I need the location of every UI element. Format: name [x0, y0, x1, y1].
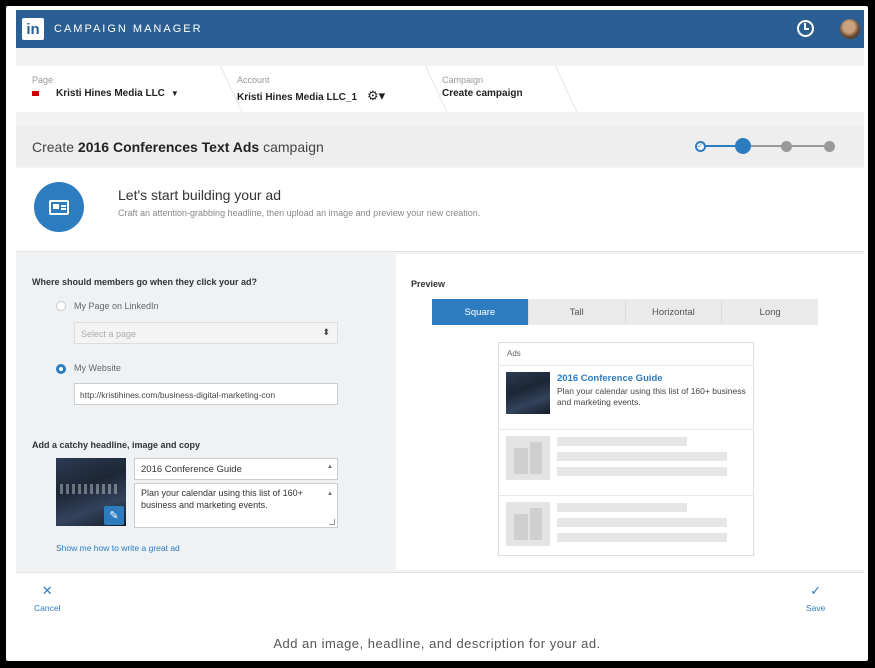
breadcrumb-value: Kristi Hines Media LLC_1	[237, 92, 358, 103]
campaign-manager-app: in CAMPAIGN MANAGER Page Kristi Hines Me…	[16, 10, 864, 630]
tab-tall[interactable]: Tall	[529, 299, 626, 325]
app-title: CAMPAIGN MANAGER	[54, 23, 203, 35]
save-button[interactable]: ✓ Save	[806, 583, 825, 613]
cancel-label: Cancel	[34, 603, 61, 613]
select-arrows-icon: ⬍	[322, 327, 330, 337]
top-bar: in CAMPAIGN MANAGER	[16, 10, 864, 48]
page-select[interactable]: Select a page ⬍	[74, 322, 338, 344]
stepper-step-4	[823, 140, 835, 152]
breadcrumb-account[interactable]: Account Kristi Hines Media LLC_1 ⚙▾	[221, 66, 448, 112]
ad-card-icon	[49, 199, 69, 215]
ad-preview-body: Plan your calendar using this list of 16…	[557, 386, 746, 407]
caret-down-icon: ▼	[170, 89, 179, 98]
save-label: Save	[806, 603, 826, 613]
breadcrumb-page[interactable]: Page Kristi Hines Media LLC ▼	[16, 66, 243, 112]
avatar[interactable]	[840, 19, 860, 39]
screenshot-frame: in CAMPAIGN MANAGER Page Kristi Hines Me…	[6, 6, 868, 661]
stepper-line	[786, 145, 829, 147]
linkedin-logo[interactable]: in	[22, 18, 44, 40]
pencil-icon: ✎	[109, 510, 119, 522]
tab-horizontal[interactable]: Horizontal	[626, 299, 723, 325]
cancel-button[interactable]: ✕ Cancel	[34, 583, 60, 613]
footer-actions: ✕ Cancel ✓ Save	[16, 572, 864, 630]
ad-form: Where should members go when they click …	[16, 254, 394, 570]
campaign-name: 2016 Conferences Text Ads	[77, 139, 260, 155]
placeholder-line	[557, 533, 727, 542]
stepper-step-3	[780, 140, 792, 152]
placeholder-line	[557, 503, 687, 512]
breadcrumb-value: Kristi Hines Media LLC	[56, 88, 165, 99]
breadcrumb-label: Campaign	[442, 75, 484, 85]
progress-stepper: ✓	[692, 138, 835, 154]
placeholder-building-icon	[506, 436, 550, 480]
radio-label-my-page: My Page on LinkedIn	[74, 301, 159, 311]
checkmark-icon: ✓	[810, 583, 822, 598]
placeholder-ad-row	[499, 495, 753, 555]
ad-preview-card: Ads 2016 Conference Guide Plan your cale…	[498, 342, 754, 556]
placeholder-line	[557, 437, 687, 446]
breadcrumb-value: Create campaign	[442, 88, 523, 99]
flag-icon	[32, 90, 46, 96]
close-icon: ✕	[41, 583, 53, 598]
intro-title: Let's start building your ad	[118, 187, 281, 203]
gear-icon[interactable]: ⚙▾	[367, 88, 385, 103]
breadcrumb: Page Kristi Hines Media LLC ▼ Account Kri…	[16, 66, 864, 112]
tab-long[interactable]: Long	[722, 299, 818, 325]
page-select-placeholder: Select a page	[81, 329, 137, 339]
page-title: Create 2016 Conferences Text Ads campaig…	[32, 139, 324, 155]
placeholder-line	[557, 467, 727, 476]
destination-question: Where should members go when they click …	[32, 277, 258, 287]
intro-panel: Let's start building your ad Craft an at…	[16, 168, 864, 252]
placeholder-building-icon	[506, 502, 550, 546]
copy-heading: Add a catchy headline, image and copy	[32, 440, 201, 450]
breadcrumb-campaign[interactable]: Campaign Create campaign	[426, 66, 578, 112]
radio-my-page[interactable]	[56, 301, 66, 311]
headline-value: 2016 Conference Guide	[141, 464, 242, 475]
field-indicator-icon: ▲	[327, 491, 333, 497]
ads-label: Ads	[507, 349, 521, 358]
headline-input[interactable]: 2016 Conference Guide ▲	[134, 458, 338, 480]
intro-subtitle: Craft an attention-grabbing headline, th…	[118, 208, 481, 218]
website-url-input[interactable]: http://kristihines.com/business-digital-…	[74, 383, 338, 405]
placeholder-ad-row	[499, 429, 753, 495]
clock-icon[interactable]	[797, 20, 814, 37]
stepper-step-1: ✓	[694, 140, 706, 152]
ad-preview-row: 2016 Conference Guide Plan your calendar…	[499, 365, 753, 429]
placeholder-line	[557, 518, 727, 527]
intro-icon	[34, 182, 84, 232]
campaign-header: Create 2016 Conferences Text Ads campaig…	[16, 126, 864, 166]
resize-handle[interactable]	[329, 519, 335, 525]
breadcrumb-label: Page	[32, 75, 54, 85]
preview-format-tabs: Square Tall Horizontal Long	[432, 299, 818, 325]
edit-image-button[interactable]: ✎	[104, 506, 124, 525]
help-link[interactable]: Show me how to write a great ad	[56, 543, 180, 553]
description-textarea[interactable]: Plan your calendar using this list of 16…	[134, 483, 338, 528]
stepper-step-2	[735, 138, 751, 154]
description-value: Plan your calendar using this list of 16…	[141, 488, 303, 510]
field-indicator-icon: ▲	[327, 464, 333, 470]
placeholder-line	[557, 452, 727, 461]
preview-title: Preview	[411, 279, 446, 289]
radio-my-website[interactable]	[56, 364, 66, 374]
ad-preview-image	[506, 372, 550, 414]
tab-square[interactable]: Square	[432, 299, 529, 325]
breadcrumb-label: Account	[237, 75, 270, 85]
radio-label-my-website: My Website	[74, 363, 121, 373]
figure-caption: Add an image, headline, and description …	[273, 636, 601, 651]
ad-preview-headline: 2016 Conference Guide	[557, 373, 663, 384]
preview-panel: Preview Square Tall Horizontal Long Ads …	[396, 254, 864, 570]
